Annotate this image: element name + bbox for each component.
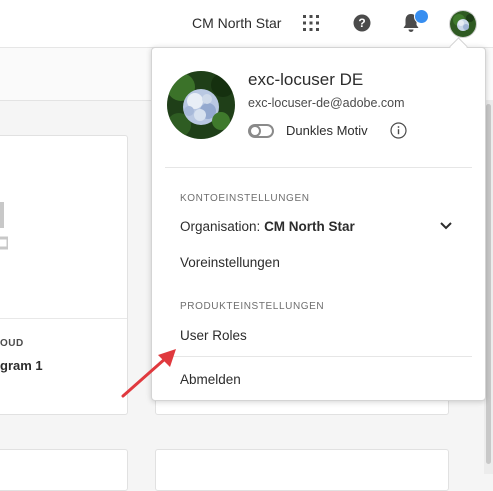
product-settings-heading: PRODUKTEINSTELLUNGEN xyxy=(180,301,325,312)
apps-grid-icon[interactable] xyxy=(302,14,320,32)
notification-badge xyxy=(414,9,429,24)
product-card[interactable] xyxy=(0,135,128,415)
preferences-link[interactable]: Voreinstellungen xyxy=(180,255,280,270)
product-card[interactable] xyxy=(0,449,128,491)
dark-theme-label: Dunkles Motiv xyxy=(286,123,368,138)
avatar[interactable] xyxy=(449,10,477,38)
profile-photo xyxy=(167,71,235,139)
org-name: CM North Star xyxy=(264,219,355,234)
card-title: gram 1 xyxy=(0,358,43,373)
profile-email: exc-locuser-de@adobe.com xyxy=(248,96,405,110)
profile-avatar xyxy=(167,71,235,139)
card-kicker: OUD xyxy=(0,338,24,349)
sign-out-link[interactable]: Abmelden xyxy=(180,372,241,387)
svg-text:?: ? xyxy=(358,16,365,30)
product-card[interactable] xyxy=(155,449,449,491)
divider xyxy=(165,356,472,357)
profile-name: exc-locuser DE xyxy=(248,70,364,89)
card-image-area xyxy=(0,136,127,319)
info-icon[interactable] xyxy=(390,122,407,139)
divider xyxy=(165,167,472,168)
chevron-down-icon[interactable] xyxy=(439,220,453,232)
help-icon[interactable]: ? xyxy=(353,14,371,32)
card-logo-icon xyxy=(0,202,8,250)
org-prefix: Organisation: xyxy=(180,219,261,234)
user-roles-link[interactable]: User Roles xyxy=(180,328,247,343)
avatar-photo xyxy=(450,11,476,37)
annotation-arrow xyxy=(121,349,176,398)
scrollbar-thumb[interactable] xyxy=(486,104,491,464)
org-switcher[interactable]: CM North Star xyxy=(192,15,281,31)
account-settings-heading: KONTOEINSTELLUNGEN xyxy=(180,193,310,204)
organization-selector[interactable]: Organisation: CM North Star xyxy=(180,219,355,234)
toggle-knob[interactable] xyxy=(249,125,261,137)
